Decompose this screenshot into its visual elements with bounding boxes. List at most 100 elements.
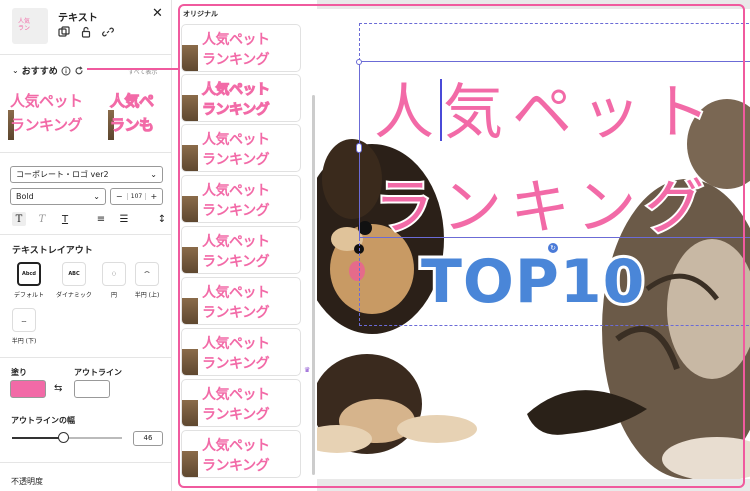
list-item[interactable]: 人気ペットランキング <box>181 226 301 274</box>
list-item-line1: 人気ペット <box>202 132 270 148</box>
layout-label: 半円 (上) <box>134 292 160 299</box>
line-spacing-icon[interactable]: ↕ <box>155 212 169 226</box>
list-item-line2: ランキング <box>202 356 270 372</box>
font-family-select[interactable]: コーポレート・ロゴ ver2 ⌄ <box>10 166 163 183</box>
outline-width-label: アウトラインの幅 <box>11 416 75 425</box>
text-style-underline-icon[interactable]: T <box>58 212 72 226</box>
slider-handle[interactable] <box>57 432 69 443</box>
list-item-line2: ランキング <box>201 102 270 119</box>
list-item-line1: 人気ペット <box>202 183 270 199</box>
title-toolbar <box>58 26 114 38</box>
decrease-button[interactable]: − <box>111 192 127 201</box>
preset-line2: ランも <box>110 116 155 135</box>
list-item-dog-image <box>182 145 198 171</box>
preset-card[interactable]: 人気ペット ランキング <box>8 88 106 140</box>
preset-line2: ランキング <box>10 116 83 134</box>
fill-label: 塗り <box>11 368 27 377</box>
divider <box>0 462 171 463</box>
crown-icon: ♛ <box>304 366 311 374</box>
text-properties-panel: 人気 ラン テキスト ✕ ⌄ おすすめ すべて表示 人気ペット ランキング 人気… <box>0 0 172 491</box>
layout-circle-icon: ◌ <box>102 262 126 286</box>
preset-list-panel: オリジナル 人気ペット ランキング 人気ペット ランキング 人気ペット ランキング 人… <box>173 0 315 491</box>
layout-arc-up-icon: ⌒ <box>135 262 159 286</box>
list-item[interactable]: 人気ペットランキング <box>181 430 301 478</box>
canvas-top10-text[interactable]: TOP10 <box>418 244 647 320</box>
divider <box>0 357 171 358</box>
bullet-list-icon[interactable]: ☰ <box>117 212 131 226</box>
layout-default-icon: Abcd <box>17 262 41 286</box>
list-item[interactable]: 人気ペットランキング <box>181 328 301 376</box>
text-thumbnail[interactable]: 人気 ラン <box>12 8 48 44</box>
unlock-icon[interactable] <box>80 26 92 38</box>
chevron-down-icon: ⌄ <box>93 192 100 201</box>
outline-width-input[interactable]: 46 <box>133 431 163 446</box>
slider-fill <box>12 437 63 439</box>
resize-handle[interactable] <box>356 59 362 65</box>
list-item-line2: ランキング <box>202 254 270 270</box>
divider <box>0 54 171 55</box>
layout-semicircle-bottom[interactable]: ‿ 半円 (下) <box>11 308 37 345</box>
list-item-line2: ランキング <box>202 152 270 168</box>
outline-width-slider[interactable] <box>12 432 122 443</box>
chevron-down-icon: ⌄ <box>150 170 157 179</box>
scrollbar[interactable] <box>312 95 315 475</box>
list-item-line1: 人気ペット <box>202 387 270 403</box>
swap-colors-icon[interactable]: ⇆ <box>54 383 62 394</box>
outline-color-swatch[interactable] <box>74 380 110 398</box>
outline-label: アウトライン <box>74 368 122 377</box>
list-item-line2: ランキング <box>202 407 270 423</box>
text-layout-title: テキストレイアウト <box>12 246 93 256</box>
format-toolbar: T T T ≡ ☰ ↕ <box>12 212 169 226</box>
list-item[interactable]: 人気ペット ランキング <box>181 277 301 325</box>
chevron-down-icon[interactable]: ⌄ <box>12 66 19 75</box>
layout-label: 半円 (下) <box>11 338 37 345</box>
close-icon[interactable]: ✕ <box>152 6 163 21</box>
layout-semicircle-top[interactable]: ⌒ 半円 (上) <box>133 262 161 299</box>
text-style-normal-icon[interactable]: T <box>12 212 26 226</box>
refresh-icon[interactable] <box>74 65 84 76</box>
align-center-icon[interactable]: ≡ <box>94 212 108 226</box>
list-item-dog-image <box>182 400 198 426</box>
list-item-line1: 人気ペット <box>202 285 270 301</box>
list-item[interactable]: 人気ペットランキング <box>181 124 301 172</box>
preset-card[interactable]: 人気ペ ランも <box>108 88 164 140</box>
list-item-line2: ランキング <box>202 52 270 68</box>
layout-circle[interactable]: ◌ 円 <box>102 262 126 299</box>
list-item-line1: 人気ペット <box>202 438 270 454</box>
text-style-italic-icon[interactable]: T <box>35 212 49 226</box>
list-item-line1: 人気ペット <box>202 32 270 48</box>
preset-line1: 人気ペット <box>10 92 83 110</box>
fill-color-swatch[interactable] <box>10 380 46 398</box>
font-weight-value: Bold <box>16 192 34 201</box>
increase-button[interactable]: + <box>146 192 162 201</box>
list-item-dog-image <box>182 95 198 121</box>
recommended-header[interactable]: ⌄ おすすめ <box>12 64 84 77</box>
list-item-line2: ランキング <box>202 458 270 474</box>
canvas-title-line2[interactable]: ランキング <box>372 159 712 246</box>
layout-arc-down-icon: ‿ <box>12 308 36 332</box>
link-icon[interactable] <box>102 26 114 38</box>
list-item[interactable]: 人気ペット ランキング <box>181 74 301 122</box>
canvas-title-line1[interactable]: 人気ペット <box>372 64 719 151</box>
list-item-dog-image <box>182 196 198 222</box>
info-icon[interactable] <box>61 66 71 76</box>
font-size-value[interactable]: 107 <box>127 193 146 200</box>
layout-dynamic[interactable]: ABC ダイナミック <box>54 262 94 299</box>
list-item-line1: 人気ペット <box>202 234 270 250</box>
list-item[interactable]: 人気ペットランキング <box>181 379 301 427</box>
resize-handle[interactable] <box>356 143 362 153</box>
list-title: オリジナル <box>183 10 218 18</box>
list-item[interactable]: 人気ペットランキング <box>181 24 301 72</box>
panel-title: テキスト <box>58 13 98 24</box>
font-family-value: コーポレート・ロゴ ver2 <box>16 170 109 179</box>
design-canvas[interactable]: 人気ペット ランキング ↻ TOP10 <box>317 9 750 479</box>
list-item[interactable]: 人気ペット ランキング <box>181 175 301 223</box>
list-item-line1: 人気ペット <box>202 336 270 352</box>
font-size-stepper[interactable]: − 107 + <box>110 188 163 205</box>
font-weight-select[interactable]: Bold ⌄ <box>10 188 106 205</box>
duplicate-icon[interactable] <box>58 26 70 38</box>
divider <box>0 234 171 235</box>
layout-default[interactable]: Abcd デフォルト <box>11 262 47 299</box>
list-item-dog-image <box>182 451 198 477</box>
preset-line1: 人気ペ <box>110 92 155 111</box>
